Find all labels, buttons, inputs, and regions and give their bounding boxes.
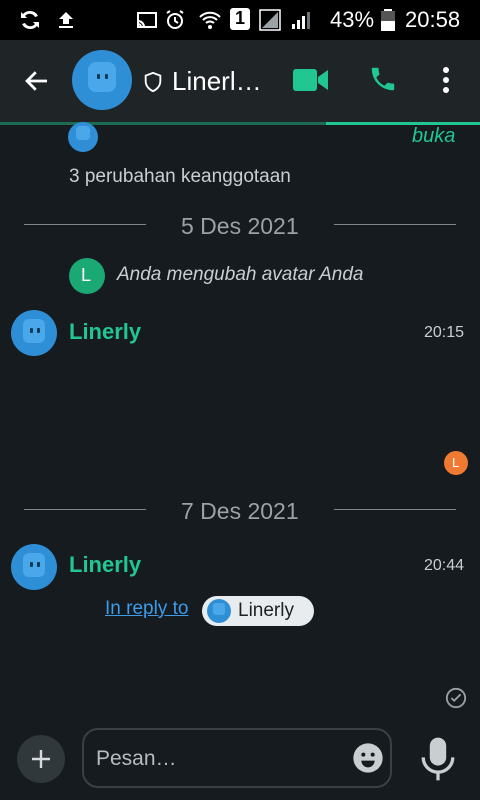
toolbar-progress-line	[0, 122, 480, 125]
toolbar-progress-segment	[326, 122, 480, 125]
wifi-icon	[199, 11, 221, 29]
cast-icon	[137, 12, 157, 28]
user-mention-pill[interactable]: Linerly	[202, 596, 314, 626]
video-call-icon[interactable]	[292, 66, 330, 94]
more-vertical-icon[interactable]	[436, 66, 456, 94]
alarm-icon	[166, 10, 184, 29]
sync-icon	[21, 10, 39, 30]
message-input[interactable]	[94, 742, 348, 776]
member-avatar-small	[68, 122, 98, 152]
membership-changes-summary[interactable]: 3 perubahan keanggotaan	[69, 166, 291, 188]
signal-icon	[259, 9, 281, 31]
sent-check-icon	[445, 687, 467, 709]
upload-icon	[59, 12, 73, 28]
battery-percent: 43%	[330, 7, 375, 32]
avatar-change-event: Anda mengubah avatar Anda	[117, 264, 364, 285]
date-separator: 5 Des 2021	[181, 213, 299, 239]
user-avatar-initial: L	[69, 258, 105, 294]
back-arrow-icon[interactable]	[22, 66, 52, 96]
date-divider-left	[24, 224, 146, 225]
sender-name[interactable]: Linerly	[69, 552, 141, 578]
mention-avatar	[207, 599, 231, 623]
shield-icon	[144, 71, 162, 93]
message-timestamp: 20:15	[424, 324, 465, 341]
expand-link[interactable]: buka	[412, 125, 455, 148]
message-composer	[82, 728, 392, 788]
in-reply-to-link[interactable]: In reply to	[105, 598, 188, 620]
microphone-icon[interactable]	[418, 736, 458, 782]
message-timestamp: 20:44	[424, 557, 465, 574]
room-avatar[interactable]	[72, 50, 132, 110]
date-divider-left	[24, 509, 146, 510]
status-bar: 1 43% 20:58	[0, 0, 480, 40]
battery-icon	[381, 9, 395, 31]
date-divider-right	[334, 509, 456, 510]
phone-call-icon[interactable]	[368, 64, 398, 94]
clock: 20:58	[405, 7, 461, 32]
plus-icon	[32, 750, 50, 768]
signal-bars-icon	[292, 12, 310, 29]
sim-slot-badge: 1	[230, 8, 250, 30]
attach-button[interactable]	[17, 735, 65, 783]
emoji-icon[interactable]	[352, 742, 384, 774]
sender-avatar[interactable]	[11, 310, 57, 356]
read-receipt-avatar[interactable]: L	[444, 451, 468, 475]
sender-name[interactable]: Linerly	[69, 319, 141, 345]
date-separator: 7 Des 2021	[181, 498, 299, 524]
room-title[interactable]: Linerl…	[172, 66, 262, 97]
sender-avatar[interactable]	[11, 544, 57, 590]
date-divider-right	[334, 224, 456, 225]
